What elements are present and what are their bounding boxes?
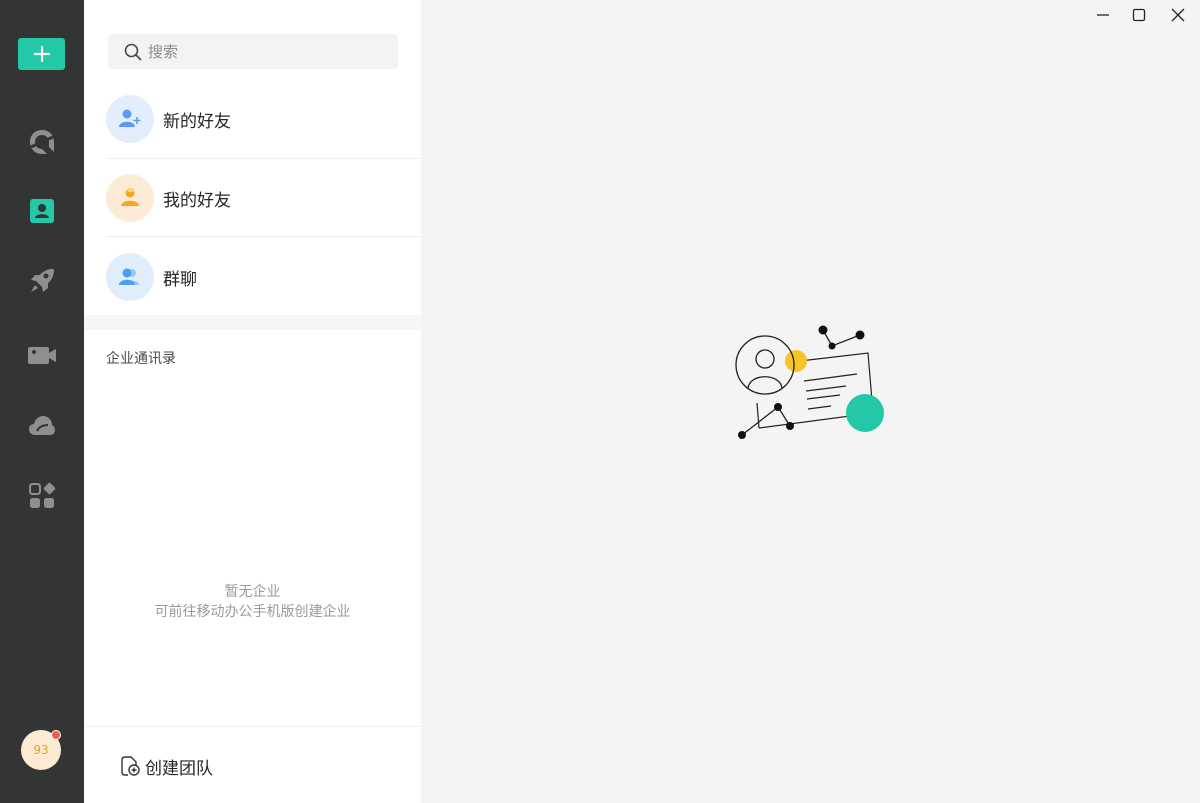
cloud-icon <box>29 416 55 435</box>
divider <box>106 236 421 237</box>
apps-grid-icon <box>29 482 56 508</box>
nav-messages[interactable] <box>26 126 58 158</box>
maximize-button[interactable] <box>1122 4 1156 26</box>
nav-cloud[interactable] <box>26 410 58 442</box>
contact-card-illustration <box>735 325 884 439</box>
messages-icon <box>30 130 54 154</box>
left-nav-rail: 93 <box>0 0 84 803</box>
enterprise-directory-title: 企业通讯录 <box>106 351 176 367</box>
nav-apps[interactable] <box>26 480 58 512</box>
maximize-icon <box>1132 8 1146 22</box>
search-input[interactable] <box>148 42 388 61</box>
empty-state-hint: 可前往移动办公手机版创建企业 <box>154 604 351 620</box>
close-button[interactable] <box>1161 4 1195 26</box>
entry-group-chat[interactable]: 群聊 <box>106 238 421 316</box>
create-team-label: 创建团队 <box>145 758 213 779</box>
entry-my-friends[interactable]: 我的好友 <box>106 159 421 237</box>
entry-label: 新的好友 <box>163 111 231 132</box>
nav-contacts[interactable] <box>26 195 58 227</box>
notification-dot <box>51 730 61 740</box>
entry-new-friends[interactable]: 新的好友 <box>106 80 421 158</box>
entry-label: 群聊 <box>163 269 197 290</box>
add-button[interactable] <box>18 38 65 70</box>
close-icon <box>1171 8 1185 22</box>
contacts-icon <box>30 199 54 223</box>
plus-icon <box>33 46 50 62</box>
minimize-icon <box>1097 14 1109 16</box>
section-gap <box>84 315 421 330</box>
search-icon <box>124 43 142 60</box>
divider <box>84 726 421 727</box>
group-chat-icon <box>106 253 154 301</box>
nav-workplace[interactable] <box>26 265 58 297</box>
create-team-button[interactable]: 创建团队 <box>119 752 213 780</box>
minimize-button[interactable] <box>1086 4 1120 26</box>
empty-state-title: 暂无企业 <box>224 584 281 600</box>
nav-meeting[interactable] <box>26 339 58 371</box>
avatar-text: 93 <box>33 743 49 757</box>
create-team-icon <box>121 756 140 776</box>
contacts-panel: 新的好友 我的好友 群聊 企业通讯录 暂无企业 可前往移动办公手机版创建企业 <box>84 0 421 803</box>
add-friend-icon <box>106 95 154 143</box>
search-box[interactable] <box>108 34 398 69</box>
video-camera-icon <box>28 347 56 364</box>
rocket-icon <box>31 269 54 292</box>
entry-label: 我的好友 <box>163 190 231 211</box>
my-friends-icon <box>106 174 154 222</box>
